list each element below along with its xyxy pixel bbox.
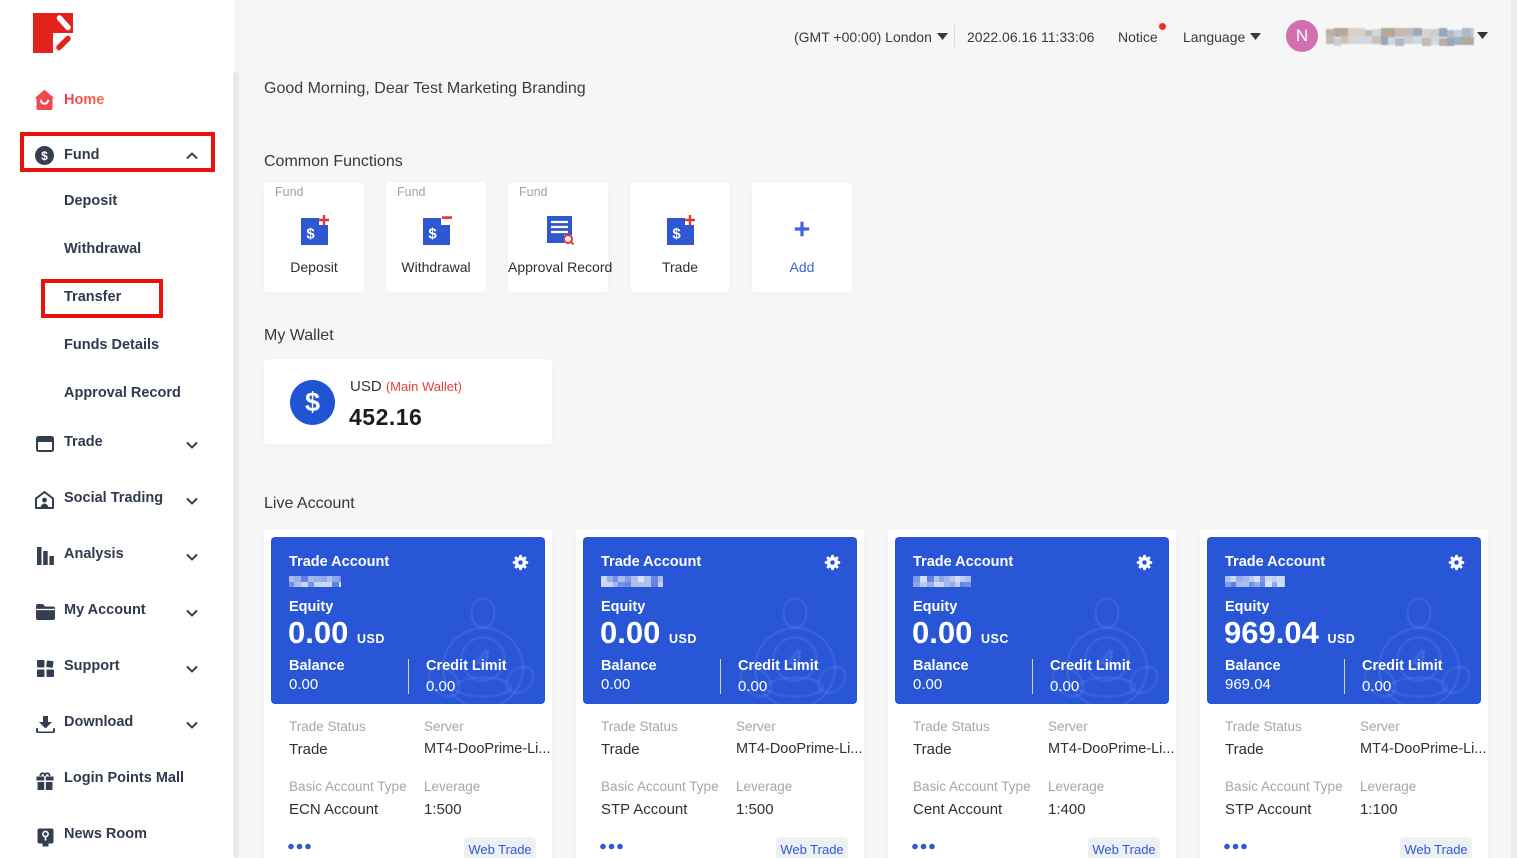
svg-text:$: $ — [672, 226, 681, 243]
svg-text:$: $ — [306, 226, 315, 243]
svg-text:$: $ — [428, 226, 437, 243]
svg-text:$: $ — [41, 149, 48, 163]
